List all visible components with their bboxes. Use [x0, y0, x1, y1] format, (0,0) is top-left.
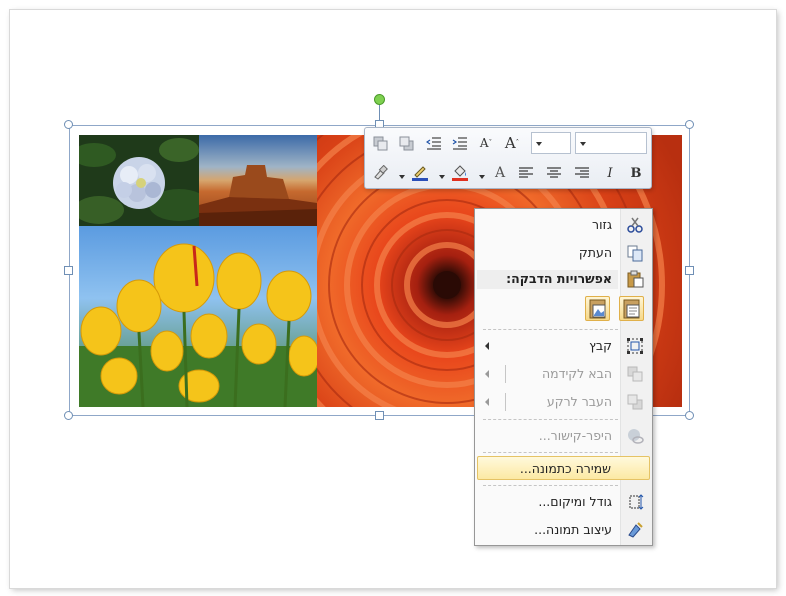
resize-handle-right[interactable] — [685, 266, 694, 275]
align-right-icon[interactable] — [571, 162, 593, 184]
font-size-dropdown-icon[interactable] — [536, 142, 542, 146]
menu-item-copy[interactable]: העתק — [477, 241, 650, 265]
menu-separator — [483, 452, 618, 453]
submenu-arrow-icon — [485, 370, 489, 378]
decrease-indent-icon[interactable] — [423, 132, 445, 154]
font-color-dropdown-icon[interactable] — [439, 175, 445, 179]
italic-label: I — [607, 165, 613, 181]
group-icon — [626, 337, 644, 355]
menu-separator — [483, 329, 618, 330]
scissors-icon — [626, 216, 644, 234]
shrink-font-icon[interactable]: Aˇ — [475, 132, 497, 154]
text-effect-label: A — [494, 165, 506, 181]
menu-item-cut-label: גזור — [592, 217, 612, 232]
font-name-combo[interactable] — [575, 132, 647, 154]
context-menu: גזור העתק אפשרויות הדבקה: קבץ הבא לקידמה… — [474, 208, 653, 546]
format-painter-dropdown-icon[interactable] — [399, 175, 405, 179]
menu-item-copy-label: העתק — [578, 245, 612, 260]
italic-icon[interactable]: I — [599, 162, 621, 184]
menu-separator — [483, 485, 618, 486]
send-backward-icon[interactable] — [395, 132, 417, 154]
split-separator — [505, 365, 506, 383]
menu-item-group-label: קבץ — [589, 338, 612, 353]
workspace: Aˇ Aˆ A I B גזור העתק אפשרויות הדבקה: קב… — [0, 0, 786, 596]
menu-item-save-as-picture-label: שמירה כתמונה... — [519, 461, 611, 476]
resize-handle-bottom-left[interactable] — [64, 411, 73, 420]
shrink-font-label: A — [479, 136, 489, 150]
font-size-combo[interactable] — [531, 132, 571, 154]
font-name-dropdown-icon[interactable] — [580, 142, 586, 146]
format-picture-icon — [626, 521, 644, 539]
resize-handle-top-right[interactable] — [685, 120, 694, 129]
copy-icon — [626, 244, 644, 262]
fill-color-dropdown-icon[interactable] — [479, 175, 485, 179]
resize-handle-bottom[interactable] — [375, 411, 384, 420]
mini-toolbar: Aˇ Aˆ A I B — [364, 127, 652, 189]
send-backward-icon — [626, 393, 644, 411]
resize-handle-left[interactable] — [64, 266, 73, 275]
text-effect-icon[interactable]: A — [489, 162, 511, 184]
menu-item-format-picture[interactable]: עיצוב תמונה... — [477, 518, 650, 542]
align-left-icon[interactable] — [515, 162, 537, 184]
paste-picture-icon[interactable] — [585, 296, 610, 321]
paste-options-header: אפשרויות הדבקה: — [477, 270, 618, 289]
menu-item-group[interactable]: קבץ — [477, 334, 650, 358]
increase-indent-icon[interactable] — [449, 132, 471, 154]
bring-forward-icon — [626, 365, 644, 383]
menu-item-bring-forward-label: הבא לקידמה — [542, 366, 612, 381]
format-painter-icon[interactable] — [369, 162, 391, 184]
menu-item-send-backward[interactable]: העבר לרקע — [477, 390, 650, 414]
resize-handle-bottom-right[interactable] — [685, 411, 694, 420]
menu-separator — [483, 419, 618, 420]
font-color-icon[interactable] — [409, 162, 431, 184]
hyperlink-icon — [626, 427, 644, 445]
bold-label: B — [630, 165, 642, 181]
submenu-arrow-icon — [485, 398, 489, 406]
split-separator — [505, 393, 506, 411]
menu-item-cut[interactable]: גזור — [477, 213, 650, 237]
fill-color-icon[interactable] — [449, 162, 471, 184]
rotation-handle[interactable] — [374, 94, 385, 105]
size-position-icon — [626, 493, 644, 511]
center-icon[interactable] — [543, 162, 565, 184]
paste-icon — [626, 270, 644, 288]
bring-forward-icon[interactable] — [369, 132, 391, 154]
menu-item-bring-forward[interactable]: הבא לקידמה — [477, 362, 650, 386]
menu-item-hyperlink[interactable]: היפר-קישור... — [477, 424, 650, 448]
menu-item-format-picture-label: עיצוב תמונה... — [534, 522, 612, 537]
resize-handle-top-left[interactable] — [64, 120, 73, 129]
menu-item-save-as-picture[interactable]: שמירה כתמונה... — [477, 456, 650, 480]
submenu-arrow-icon — [485, 342, 489, 350]
menu-item-send-backward-label: העבר לרקע — [546, 394, 612, 409]
bold-icon[interactable]: B — [625, 162, 647, 184]
paste-options-label: אפשרויות הדבקה: — [506, 271, 612, 286]
menu-item-size-position[interactable]: גודל ומיקום... — [477, 490, 650, 514]
menu-item-hyperlink-label: היפר-קישור... — [538, 428, 612, 443]
grow-font-icon[interactable]: Aˆ — [501, 132, 523, 154]
menu-item-size-position-label: גודל ומיקום... — [538, 494, 612, 509]
paste-keep-text-icon[interactable] — [619, 296, 644, 321]
grow-font-label: A — [504, 134, 516, 152]
